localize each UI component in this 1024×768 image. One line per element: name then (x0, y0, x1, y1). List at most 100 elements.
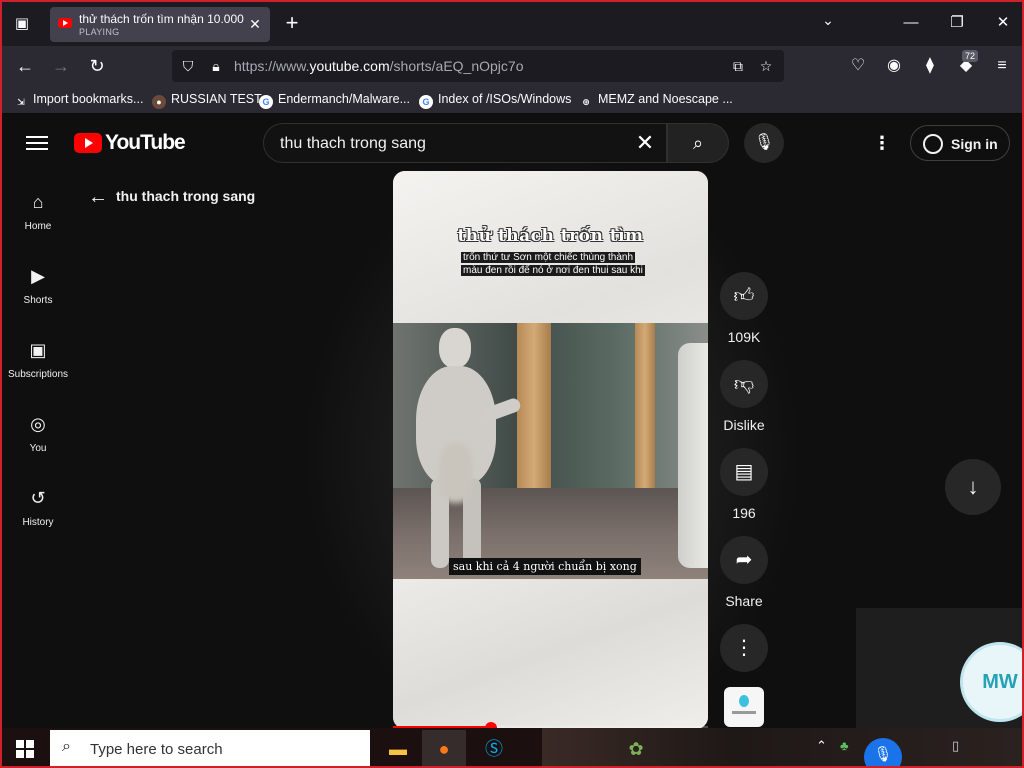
clear-search-icon[interactable]: ✕ (632, 130, 658, 156)
youtube-wordmark: YouTube (105, 131, 186, 154)
sign-in-button[interactable]: Sign in (910, 125, 1010, 161)
pinned-app-icon[interactable]: ✿ (614, 730, 658, 766)
tracking-protection-icon[interactable]: ⛉ (178, 56, 198, 76)
bookmark-star-icon[interactable]: ☆ (756, 56, 776, 76)
file-explorer-icon[interactable]: ▬ (376, 730, 420, 766)
lock-icon[interactable]: 🔒︎ (206, 56, 226, 76)
url-text[interactable]: https://www.youtube.com/shorts/aEQ_nOpjc… (234, 58, 524, 74)
bookmark-import[interactable]: ⇲ Import bookmarks... (14, 92, 143, 109)
firefox-icon[interactable]: ● (422, 730, 466, 766)
chevron-down-icon[interactable]: ⌄ (816, 12, 840, 29)
forward-icon[interactable]: → (48, 53, 74, 79)
sidebar-item-home[interactable]: ⌂ Home (2, 190, 74, 232)
youtube-page: YouTube thu thach trong sang ✕ ⌕ 🎙︎ ⋮ Si… (2, 114, 1022, 728)
like-count: 109K (727, 329, 761, 345)
shorts-icon: ▶ (31, 266, 45, 286)
reload-icon[interactable]: ↻ (84, 53, 110, 79)
bookmark-russian-test[interactable]: ● RUSSIAN TEST (152, 92, 262, 109)
import-icon: ⇲ (17, 97, 25, 107)
share-icon: ➦ (720, 536, 768, 584)
search-input[interactable]: thu thach trong sang ✕ (263, 123, 667, 163)
sidebar-item-you[interactable]: ◎ You (2, 412, 74, 454)
bookmark-endermanch[interactable]: G Endermanch/Malware... (259, 92, 410, 109)
show-hidden-icons-icon[interactable]: ⌃ (816, 738, 827, 754)
tray-app-icon[interactable]: ♣ (840, 738, 849, 753)
youtube-play-icon (74, 133, 102, 153)
extension-badge-count: 72 (962, 50, 979, 62)
next-short-button[interactable]: ↓ (945, 459, 1001, 515)
sign-in-label: Sign in (951, 136, 998, 152)
microphone-tray-icon[interactable]: 🎙︎ (864, 738, 902, 766)
taskbar-search-placeholder: Type here to search (90, 741, 223, 758)
restore-icon[interactable]: ❐ (942, 10, 972, 36)
thumbs-up-icon: 👍︎ (720, 272, 768, 320)
extensions-icon[interactable]: ⧫ (918, 54, 942, 78)
voice-search-button[interactable]: 🎙︎ (744, 123, 784, 163)
account-icon[interactable]: ◉ (882, 54, 906, 78)
notification-icon[interactable]: ▯ (952, 738, 959, 754)
sound-thumbnail[interactable] (724, 687, 764, 727)
back-icon[interactable]: ← (12, 53, 38, 79)
dislike-button[interactable]: 👎︎ Dislike (718, 360, 770, 433)
tab-title: thử thách trốn tìm nhận 10.000 (79, 12, 244, 26)
scene-statue (678, 343, 708, 568)
comments-button[interactable]: ▤ 196 (718, 448, 770, 521)
sidebar-item-history[interactable]: ↺ History (2, 486, 74, 528)
tab-playing-status: PLAYING (79, 27, 120, 37)
share-button[interactable]: ➦ Share (718, 536, 770, 609)
dislike-label: Dislike (723, 417, 765, 433)
taskbar-search-box[interactable]: ⌕ Type here to search (50, 730, 370, 766)
short-video-player[interactable]: thử thách trốn tìm trốn thứ tư Sơn một c… (393, 171, 708, 728)
video-caption-line-1: trốn thứ tư Sơn một chiếc thùng thành (461, 252, 636, 263)
close-tab-icon[interactable]: ✕ (246, 15, 264, 33)
browser-tab-strip: ▣ thử thách trốn tìm nhận 10.000 PLAYING… (2, 2, 1022, 46)
scene-figure (411, 328, 523, 573)
microphone-icon: 🎙︎ (753, 134, 775, 151)
app-menu-icon[interactable]: ≡ (990, 54, 1014, 78)
globe-icon: ⊕ (582, 97, 590, 107)
back-label: thu thach trong sang (116, 188, 256, 204)
search-button[interactable]: ⌕ (667, 123, 729, 163)
google-icon: G (419, 95, 433, 109)
skype-icon[interactable]: Ⓢ (472, 730, 516, 766)
back-to-search[interactable]: ← thu thach trong sang (88, 186, 255, 209)
back-arrow-icon: ← (88, 186, 108, 208)
new-tab-icon[interactable]: + (280, 11, 304, 37)
youtube-favicon-icon (58, 18, 72, 28)
search-icon: ⌕ (62, 738, 71, 755)
thumbs-down-icon: 👎︎ (720, 360, 768, 408)
video-scene (393, 323, 708, 579)
picture-in-picture-icon[interactable]: ⧉ (728, 56, 748, 76)
share-label: Share (725, 593, 763, 609)
minimize-icon[interactable]: — (896, 10, 926, 36)
arrow-down-icon: ↓ (967, 474, 979, 499)
screen: ▣ thử thách trốn tìm nhận 10.000 PLAYING… (0, 0, 1024, 768)
bookmark-isos[interactable]: G Index of /ISOs/Windows (419, 92, 571, 109)
bookmarks-toolbar: ⇲ Import bookmarks... ● RUSSIAN TEST G Ende… (2, 86, 1022, 114)
video-caption-line-2: màu đen rồi để nó ở nơi đen thui sau khi (461, 265, 645, 276)
comment-count: 196 (732, 505, 756, 521)
window-close-icon[interactable]: ✕ (988, 10, 1018, 36)
video-caption: trốn thứ tư Sơn một chiếc thùng thành mà… (461, 251, 651, 277)
sidebar-item-subscriptions[interactable]: ▣ Subscriptions (2, 338, 74, 380)
hamburger-menu-icon[interactable] (26, 132, 48, 154)
search-icon: ⌕ (692, 133, 704, 153)
list-all-tabs-icon[interactable]: ▣ (10, 12, 34, 36)
search-query-text: thu thach trong sang (280, 135, 426, 152)
bookmark-memz[interactable]: ⊕ MEMZ and Noescape ... (579, 92, 733, 109)
more-vertical-icon: ⋮ (720, 624, 768, 672)
like-button[interactable]: 👍︎ 109K (718, 272, 770, 345)
pocket-icon[interactable]: ♡ (846, 54, 870, 78)
video-title-text: thử thách trốn tìm (457, 226, 644, 246)
url-bar[interactable]: ⛉ 🔒︎ https://www.youtube.com/shorts/aEQ_… (172, 50, 784, 82)
google-icon: G (259, 95, 273, 109)
subscriptions-icon: ▣ (29, 340, 47, 360)
more-actions-button[interactable]: ⋮ (718, 624, 770, 672)
video-subtitle: sau khi cả 4 người chuẩn bị xong (449, 558, 641, 575)
home-icon: ⌂ (32, 192, 44, 212)
settings-more-icon[interactable]: ⋮ (872, 132, 892, 154)
sidebar-item-shorts[interactable]: ▶ Shorts (2, 264, 74, 306)
windows-start-icon[interactable] (16, 740, 34, 758)
browser-tab-active[interactable]: thử thách trốn tìm nhận 10.000 PLAYING ✕ (50, 7, 270, 42)
history-icon: ↺ (30, 488, 46, 508)
